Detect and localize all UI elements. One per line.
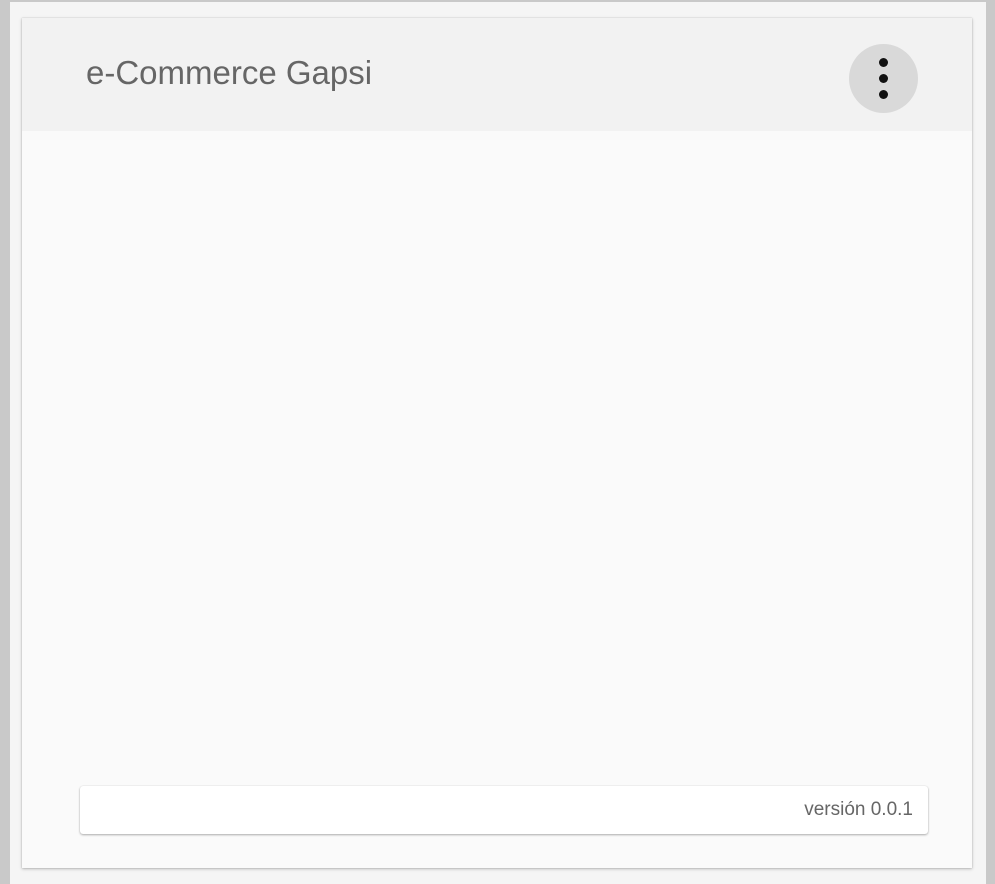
- app-header: e-Commerce Gapsi: [22, 18, 972, 131]
- footer-bar: versión 0.0.1: [80, 786, 928, 834]
- app-title: e-Commerce Gapsi: [86, 54, 373, 91]
- more-vert-icon-dot: [879, 90, 888, 99]
- main-content-area: [22, 131, 972, 868]
- more-vert-icon-dot: [879, 74, 888, 83]
- app-card: e-Commerce Gapsi versión 0.0.1: [22, 18, 972, 868]
- more-vert-icon-dot: [879, 58, 888, 67]
- version-label: versión 0.0.1: [804, 799, 913, 820]
- more-options-button[interactable]: [849, 44, 918, 113]
